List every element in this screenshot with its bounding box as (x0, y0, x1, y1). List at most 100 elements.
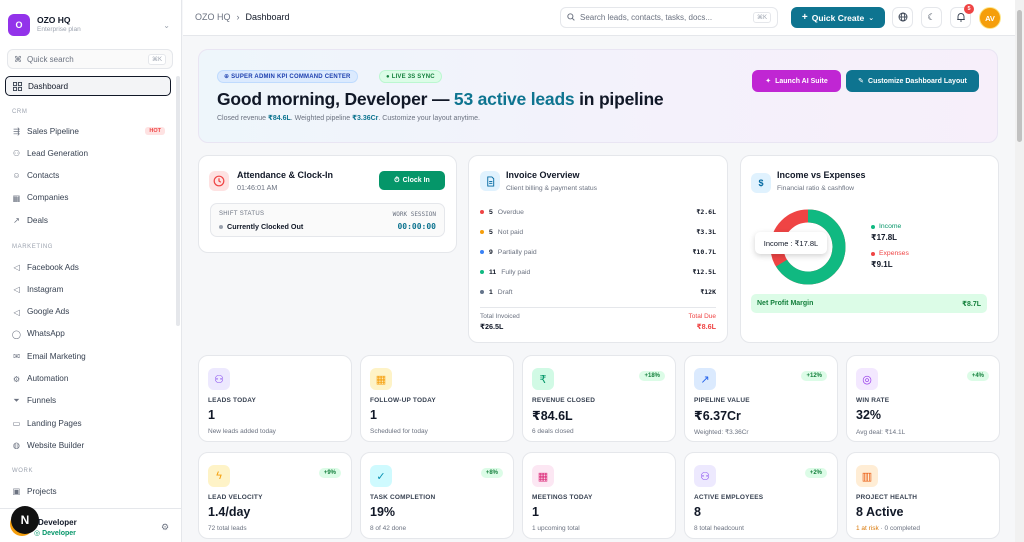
invoice-row[interactable]: 9 Partially paid ₹10.7L (480, 242, 716, 262)
sidebar-item-companies[interactable]: ▦ Companies (5, 188, 171, 208)
chart-tooltip: Income : ₹17.8L (755, 232, 827, 254)
sidebar-item-dashboard[interactable]: Dashboard (5, 76, 171, 96)
page-scrollbar[interactable] (1015, 0, 1024, 542)
bell-icon (956, 12, 966, 24)
kpi-label: LEAD VELOCITY (208, 494, 263, 501)
megaphone-icon: ◁ (13, 307, 20, 317)
section-label-crm: CRM (12, 109, 28, 115)
invoice-row[interactable]: 5 Not paid ₹3.3L (480, 222, 716, 242)
sidebar-scrollbar[interactable] (176, 76, 180, 326)
sidebar-item-contacts[interactable]: ☺ Contacts (5, 166, 171, 186)
kpi-label: REVENUE CLOSED (532, 397, 596, 404)
expenses-value: ₹9.1L (871, 260, 893, 269)
invoice-count: 5 (489, 228, 493, 236)
contact-icon: ☺ (12, 171, 21, 181)
sidebar-item-whatsapp[interactable]: ◯ WhatsApp (5, 324, 171, 344)
sidebar-item-label: Projects (27, 486, 57, 496)
invoice-count: 11 (489, 268, 497, 276)
folder-chart-icon: ▥ (856, 465, 878, 487)
invoice-title: Invoice Overview (506, 170, 580, 180)
brand-name: OZO HQ (37, 15, 71, 26)
user-name: Developer (38, 518, 77, 527)
kpi-card-active-employees[interactable]: ⚇ +2% ACTIVE EMPLOYEES 8 8 total headcount (684, 452, 838, 539)
brand-logo: O (8, 14, 30, 36)
global-search-input[interactable]: Search leads, contacts, tasks, docs... ⌘… (560, 7, 778, 28)
shift-status-label: SHIFT STATUS (219, 211, 265, 217)
clock-in-button[interactable]: ⏱ Clock In (379, 171, 445, 190)
command-icon: ⌘ (14, 54, 22, 64)
sidebar-item-instagram[interactable]: ◁ Instagram (5, 279, 171, 299)
kpi-card-leads-today[interactable]: ⚇ LEADS TODAY 1 New leads added today (198, 355, 352, 442)
launch-ai-suite-button[interactable]: ✦ Launch AI Suite (752, 70, 841, 92)
sidebar-item-facebook-ads[interactable]: ◁ Facebook Ads (5, 257, 171, 277)
change-badge: +4% (966, 371, 989, 381)
sidebar-item-projects[interactable]: ▣ Projects (5, 481, 171, 501)
kpi-subtext: 8 of 42 done (370, 525, 407, 532)
brand-plan: Enterprise plan (37, 26, 81, 34)
chat-icon: ◯ (11, 329, 22, 339)
kpi-subtext: Weighted: ₹3.36Cr (694, 429, 749, 436)
sidebar-item-label: Deals (27, 215, 48, 225)
change-badge: +18% (639, 371, 665, 381)
income-subtitle: Financial ratio & cashflow (777, 185, 855, 192)
income-title: Income vs Expenses (777, 170, 866, 180)
scrollbar-thumb[interactable] (1017, 10, 1022, 142)
kpi-card-follow-up-today[interactable]: ▦ FOLLOW-UP TODAY 1 Scheduled for today (360, 355, 514, 442)
chevron-down-icon: ⌄ (163, 20, 170, 30)
sidebar-item-label: Automation (27, 374, 69, 383)
chevron-down-icon: ⌄ (868, 14, 875, 22)
kpi-value: 1.4/day (208, 505, 251, 519)
gear-icon: ⚙ (12, 374, 21, 384)
sidebar-item-google-ads[interactable]: ◁ Google Ads (5, 302, 171, 322)
quick-search-button[interactable]: ⌘ Quick search ⌘K (7, 49, 173, 69)
language-button[interactable] (892, 7, 913, 28)
sidebar-item-sales-pipeline[interactable]: ⇶ Sales Pipeline HOT (5, 121, 171, 141)
invoice-amount: ₹3.3L (696, 228, 716, 236)
breadcrumb-root[interactable]: OZO HQ (195, 12, 231, 22)
kpi-value: ₹6.37Cr (694, 409, 741, 423)
kpi-card-task-completion[interactable]: ✓ +8% TASK COMPLETION 19% 8 of 42 done (360, 452, 514, 539)
kpi-card-revenue-closed[interactable]: ₹ +18% REVENUE CLOSED ₹84.6L 6 deals closed (522, 355, 676, 442)
sidebar-item-email-marketing[interactable]: ✉ Email Marketing (5, 346, 171, 366)
admin-badge: ⊕ SUPER ADMIN KPI COMMAND CENTER (217, 70, 358, 83)
quick-create-button[interactable]: + Quick Create ⌄ (791, 7, 885, 28)
kpi-card-lead-velocity[interactable]: ϟ +9% LEAD VELOCITY 1.4/day 72 total leads (198, 452, 352, 539)
sidebar-item-automation[interactable]: ⚙ Automation (5, 369, 171, 389)
customize-layout-button[interactable]: ✎ Customize Dashboard Layout (846, 70, 979, 92)
kpi-value: 1 (532, 505, 539, 519)
mail-icon: ✉ (13, 352, 20, 362)
sidebar-item-landing-pages[interactable]: ▭ Landing Pages (5, 413, 171, 433)
kpi-subtext: 8 total headcount (694, 525, 744, 532)
invoice-row[interactable]: 5 Overdue ₹2.6L (480, 202, 716, 222)
kpi-value: 1 (208, 408, 215, 422)
kpi-card-project-health[interactable]: ▥ PROJECT HEALTH 8 Active 1 at risk · 0 com… (846, 452, 1000, 539)
kpi-card-win-rate[interactable]: ◎ +4% WIN RATE 32% Avg deal: ₹14.1L (846, 355, 1000, 442)
calendar-icon: ▦ (532, 465, 554, 487)
divider (480, 307, 716, 308)
kpi-card-meetings-today[interactable]: ▦ MEETINGS TODAY 1 1 upcoming total (522, 452, 676, 539)
kpi-label: TASK COMPLETION (370, 494, 436, 501)
sidebar-item-website-builder[interactable]: ◍ Website Builder (5, 435, 171, 455)
invoice-row[interactable]: 1 Draft ₹12K (480, 282, 716, 302)
kpi-label: LEADS TODAY (208, 397, 257, 404)
sidebar-item-lead-generation[interactable]: ⚇ Lead Generation (5, 143, 171, 163)
invoice-count: 1 (489, 288, 493, 296)
invoice-row[interactable]: 11 Fully paid ₹12.5L (480, 262, 716, 282)
sidebar-item-label: Funnels (27, 396, 57, 406)
target-icon: ◎ (856, 368, 878, 390)
work-session-label: WORK SESSION (392, 211, 436, 218)
sidebar-item-deals[interactable]: ↗ Deals (5, 210, 171, 230)
kpi-subtext: 6 deals closed (532, 428, 574, 435)
sidebar-item-funnels[interactable]: ⏷ Funnels (5, 391, 171, 411)
workspace-switcher[interactable]: O OZO HQ Enterprise plan ⌄ (8, 10, 174, 40)
avatar[interactable]: AV (979, 7, 1001, 29)
sidebar-item-label: Lead Generation (27, 148, 88, 158)
shortcut-hint: ⌘K (147, 53, 166, 65)
theme-toggle-button[interactable]: ☾ (921, 7, 942, 28)
rupee-icon: ₹ (532, 368, 554, 390)
settings-icon[interactable]: ⚙ (161, 522, 169, 533)
kpi-label: PROJECT HEALTH (856, 494, 918, 501)
notification-count-badge: 5 (964, 4, 974, 14)
section-label-work: WORK (12, 468, 34, 474)
kpi-card-pipeline-value[interactable]: ↗ +12% PIPELINE VALUE ₹6.37Cr Weighted: ₹3.3… (684, 355, 838, 442)
